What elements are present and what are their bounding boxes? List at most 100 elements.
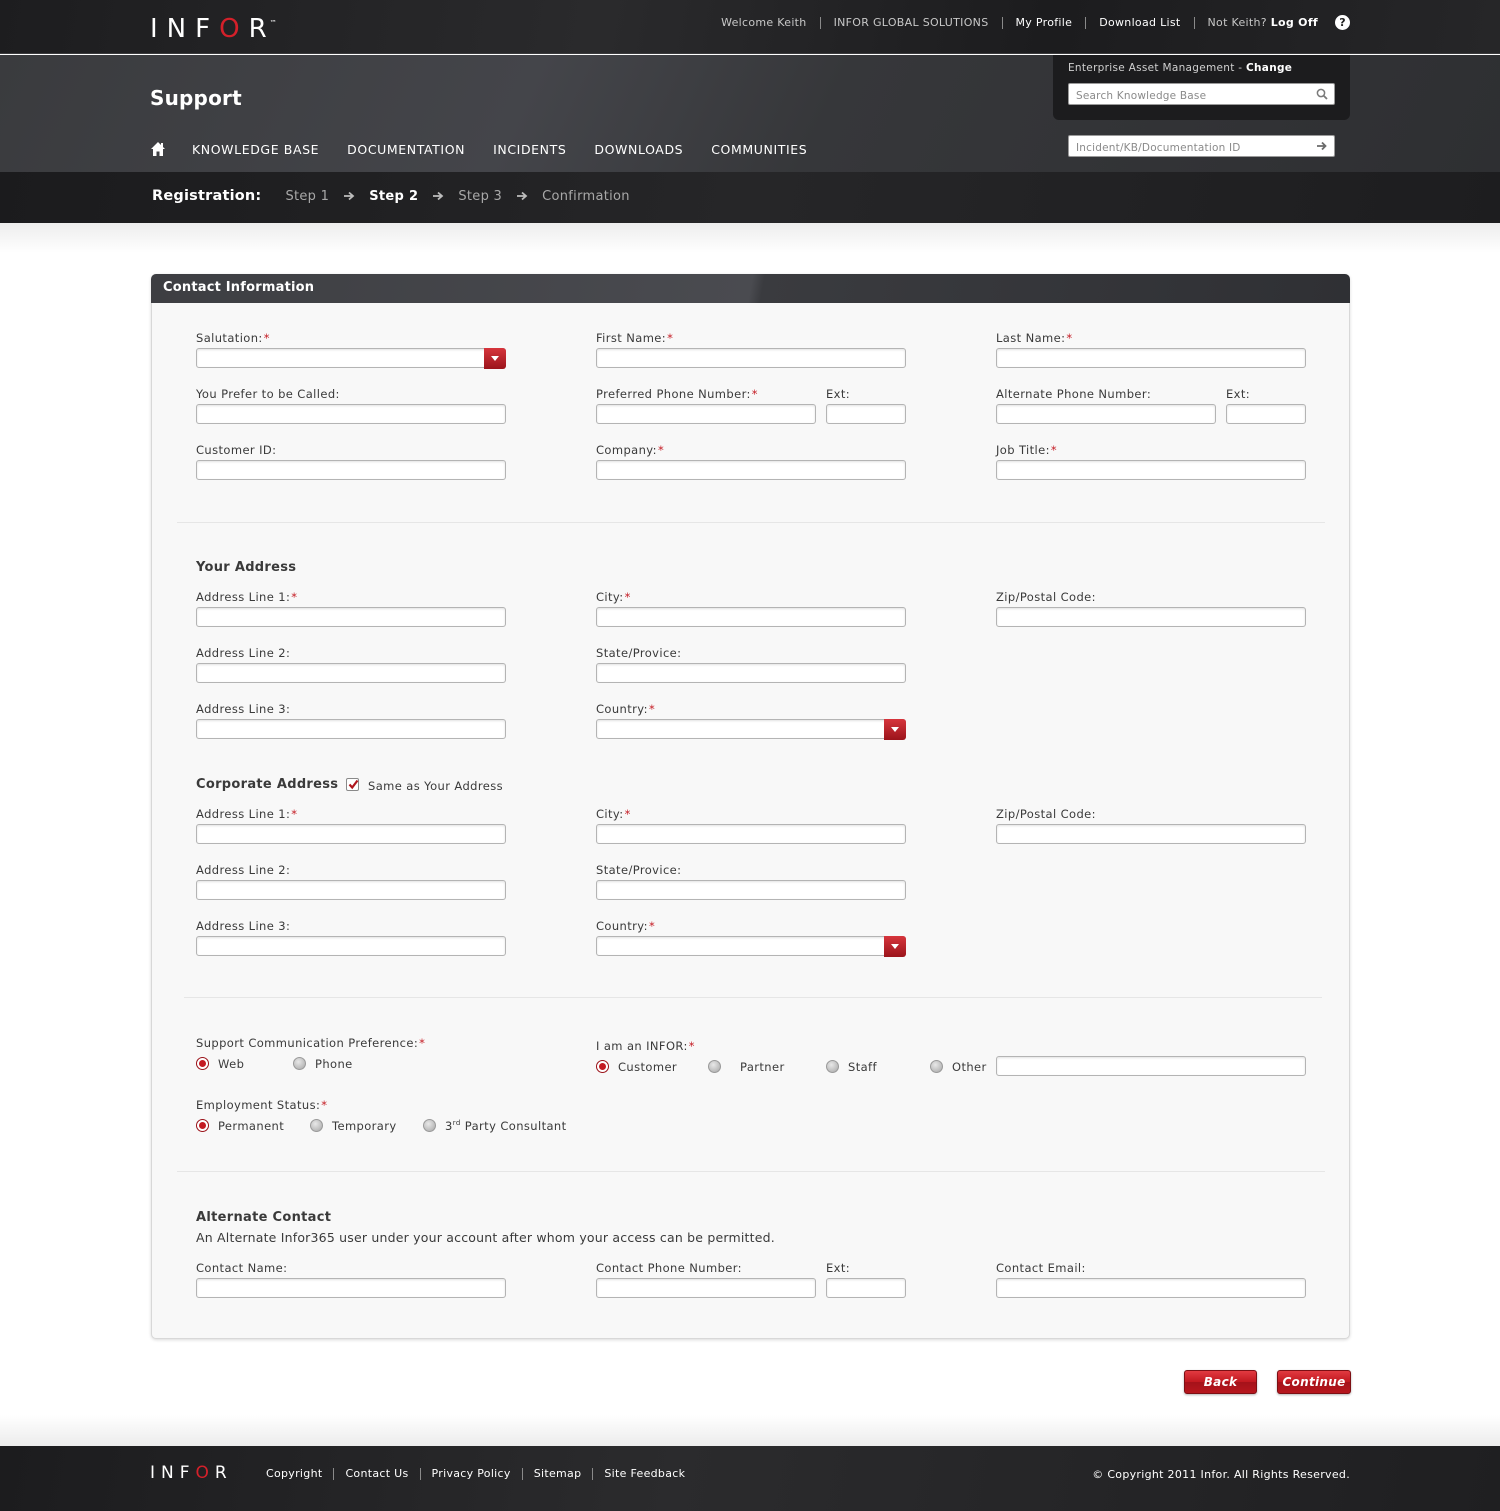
employment-consultant-label[interactable]: 3rd Party Consultant (445, 1119, 567, 1133)
zip-field (996, 607, 1306, 629)
preferred-name-input[interactable] (197, 407, 505, 426)
continue-button[interactable]: Continue (1277, 1370, 1351, 1394)
nav-knowledge-base[interactable]: KNOWLEDGE BASE (192, 142, 319, 157)
required-marker: * (291, 590, 298, 604)
checkmark-icon (348, 779, 359, 790)
footer-link-sitemap[interactable]: Sitemap (521, 1468, 593, 1480)
product-line: Enterprise Asset Management - Change (1068, 62, 1292, 74)
corp-address-line-3-field (196, 936, 506, 958)
customer-id-input[interactable] (197, 463, 505, 482)
footer-link-site-feedback[interactable]: Site Feedback (592, 1468, 696, 1480)
infor-other-radio[interactable] (930, 1060, 943, 1073)
first-name-label-text: First Name: (596, 331, 667, 345)
infor-other-label[interactable]: Other (952, 1060, 987, 1074)
contact-phone-input[interactable] (597, 1281, 815, 1300)
alternate-phone-ext-input[interactable] (1227, 407, 1305, 426)
contact-name-input[interactable] (197, 1281, 505, 1300)
corp-country-select[interactable] (596, 936, 906, 957)
zip-input[interactable] (997, 610, 1305, 629)
comm-web-radio[interactable] (196, 1057, 209, 1070)
footer-link-privacy-policy[interactable]: Privacy Policy (419, 1468, 522, 1480)
address-line-1-label: Address Line 1:* (196, 590, 297, 604)
address-line-3-input[interactable] (197, 722, 505, 741)
address-line-2-input[interactable] (197, 666, 505, 685)
corp-address-line-3-input[interactable] (197, 939, 505, 958)
state-input[interactable] (597, 666, 905, 685)
comm-preference-label-text: Support Communication Preference: (196, 1036, 419, 1050)
id-search-input[interactable] (1069, 138, 1304, 158)
customer-id-field (196, 460, 506, 482)
infor-customer-label[interactable]: Customer (618, 1060, 677, 1074)
corp-address-line-1-input[interactable] (197, 827, 505, 846)
required-marker: * (263, 331, 270, 345)
comm-phone-label[interactable]: Phone (315, 1057, 353, 1071)
top-links: Welcome Keith INFOR GLOBAL SOLUTIONS My … (708, 15, 1350, 30)
company-label-text: Company: (596, 443, 657, 457)
contact-phone-ext-input[interactable] (827, 1281, 905, 1300)
company-input[interactable] (597, 463, 905, 482)
employment-temporary-radio[interactable] (310, 1119, 323, 1132)
nav-incidents[interactable]: INCIDENTS (493, 142, 566, 157)
my-profile-link[interactable]: My Profile (1001, 16, 1086, 29)
corp-city-input[interactable] (597, 827, 905, 846)
footer-link-contact-us[interactable]: Contact Us (333, 1468, 419, 1480)
employment-temporary-label[interactable]: Temporary (332, 1119, 397, 1133)
corp-address-line-2-input[interactable] (197, 883, 505, 902)
infor-staff-label[interactable]: Staff (848, 1060, 877, 1074)
log-off-link[interactable]: Log Off (1271, 16, 1318, 29)
address-line-1-input[interactable] (197, 610, 505, 629)
comm-web-label[interactable]: Web (218, 1057, 244, 1071)
first-name-input[interactable] (597, 351, 905, 370)
preferred-phone-ext-input[interactable] (827, 407, 905, 426)
alternate-phone-input[interactable] (997, 407, 1215, 426)
your-address-title: Your Address (196, 560, 297, 575)
same-as-address-label[interactable]: Same as Your Address (368, 779, 503, 793)
back-button[interactable]: Back (1184, 1370, 1257, 1394)
infor-partner-radio[interactable] (708, 1060, 721, 1073)
home-icon[interactable] (150, 141, 166, 157)
address-line-3-field (196, 719, 506, 741)
last-name-input[interactable] (997, 351, 1305, 370)
change-product-link[interactable]: Change (1246, 62, 1292, 74)
infor-staff-radio[interactable] (826, 1060, 839, 1073)
preferred-name-field (196, 404, 506, 426)
nav-documentation[interactable]: DOCUMENTATION (347, 142, 465, 157)
nav-downloads[interactable]: DOWNLOADS (594, 142, 683, 157)
kb-search-input[interactable] (1069, 86, 1304, 106)
salutation-label-text: Salutation: (196, 331, 263, 345)
job-title-input[interactable] (997, 463, 1305, 482)
infor-customer-radio[interactable] (596, 1060, 609, 1073)
nav-communities[interactable]: COMMUNITIES (711, 142, 807, 157)
header-shadow-band (0, 223, 1500, 253)
chevron-down-icon[interactable] (484, 348, 506, 369)
chevron-down-icon[interactable] (884, 719, 906, 740)
download-list-link[interactable]: Download List (1085, 16, 1193, 29)
preferred-phone-input[interactable] (597, 407, 815, 426)
contact-email-input[interactable] (997, 1281, 1305, 1300)
corp-address-line-1-field (196, 824, 506, 846)
city-input[interactable] (597, 610, 905, 629)
help-icon[interactable]: ? (1335, 15, 1350, 30)
salutation-select[interactable] (196, 348, 506, 369)
corp-state-input[interactable] (597, 883, 905, 902)
corp-zip-input[interactable] (997, 827, 1305, 846)
required-marker: * (1066, 331, 1073, 345)
infor-other-input[interactable] (997, 1059, 1305, 1078)
arrow-right-icon[interactable] (1316, 140, 1328, 152)
contact-information-card: Contact Information Salutation:* First N… (151, 274, 1350, 1339)
footer-infor-logo[interactable]: INFOR (150, 1463, 233, 1483)
country-select[interactable] (596, 719, 906, 740)
infor-partner-label[interactable]: Partner (740, 1060, 785, 1074)
footer-link-copyright[interactable]: Copyright (255, 1468, 333, 1480)
chevron-down-icon[interactable] (884, 936, 906, 957)
alternate-contact-description: An Alternate Infor365 user under your ac… (196, 1230, 775, 1245)
employment-consultant-radio[interactable] (423, 1119, 436, 1132)
alternate-phone-ext-field (1226, 404, 1306, 426)
comm-phone-radio[interactable] (293, 1057, 306, 1070)
employment-permanent-radio[interactable] (196, 1119, 209, 1132)
infor-logo[interactable]: I N F O R ™ (150, 14, 277, 44)
same-as-address-checkbox[interactable] (346, 778, 359, 791)
last-name-label-text: Last Name: (996, 331, 1066, 345)
search-icon[interactable] (1316, 88, 1328, 100)
employment-permanent-label[interactable]: Permanent (218, 1119, 284, 1133)
